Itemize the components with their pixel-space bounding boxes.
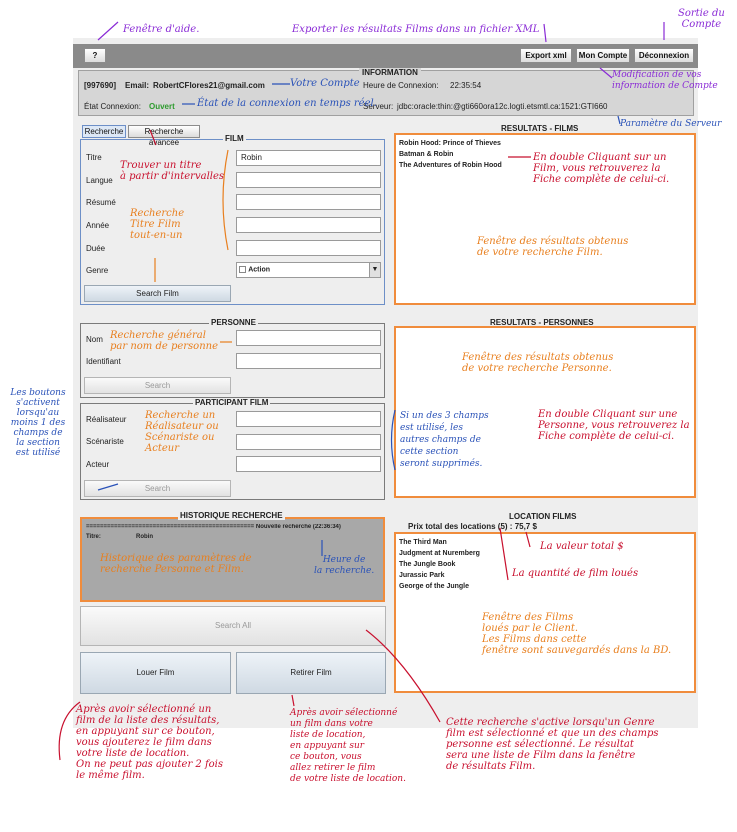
arrow-boutons xyxy=(97,483,119,491)
annotation-historique: Historique des paramètres de recherche P… xyxy=(100,553,252,575)
annotation-generale: Recherche général par nom de personne xyxy=(110,330,218,352)
annotation-fenetre-films: Fenêtre des résultats obtenus de votre r… xyxy=(477,236,629,258)
annotation-valeur-total: La valeur total $ xyxy=(540,541,624,552)
arrow-aide xyxy=(97,21,119,41)
annotation-trouver: Trouver un titre à partir d'intervalles xyxy=(120,160,225,182)
arrow-modif xyxy=(599,67,613,79)
annotation-double-film: En double Cliquant sur un Film, vous ret… xyxy=(533,152,670,185)
brace-participant xyxy=(390,409,396,471)
annotation-retirer: Après avoir sélectionné un film dans vot… xyxy=(290,708,406,784)
annotation-export: Exporter les résultats Films dans un fic… xyxy=(292,24,540,35)
annotation-quantite: La quantité de film loués xyxy=(512,568,639,579)
arrow-total xyxy=(525,531,531,548)
annotation-recherche-real: Recherche un Réalisateur ou Scénariste o… xyxy=(145,410,219,454)
annotation-votre-compte: Votre Compte xyxy=(290,78,360,89)
annotation-modif: Modification de vos information de Compt… xyxy=(612,70,718,91)
annotation-aide: Fenêtre d'aide. xyxy=(123,24,200,35)
annotation-recherche-titre: Recherche Titre Film tout-en-un xyxy=(130,208,185,241)
annotation-fenetre-loues: Fenêtre des Films loués par le Client. L… xyxy=(482,612,672,656)
arrow-quantite xyxy=(499,527,509,581)
annotation-trois-champs: Si un des 3 champs est utilisé, les autr… xyxy=(400,411,489,469)
annotation-heure: Heure de la recherche. xyxy=(314,555,375,576)
arrow-retirer xyxy=(291,694,295,707)
annotation-louer: Après avoir sélectionné un film de la li… xyxy=(76,704,223,781)
annotation-etat: État de la connexion en temps réel. xyxy=(197,98,377,109)
annotation-double-personne: En double Cliquant sur une Personne, vou… xyxy=(538,409,690,442)
annotation-sortie: Sortie du Compte xyxy=(678,8,725,30)
annotation-search-all: Cette recherche s'active lorsqu'un Genre… xyxy=(446,717,659,772)
arrow-export xyxy=(543,23,547,43)
annotation-param-serveur: Paramètre du Serveur xyxy=(620,119,722,129)
arrow-avancee xyxy=(149,129,157,146)
annotation-fenetre-personne: Fenêtre des résultats obtenus de votre r… xyxy=(462,352,614,374)
annotation-boutons: Les boutons s'activent lorsqu'au moins 1… xyxy=(10,388,66,458)
